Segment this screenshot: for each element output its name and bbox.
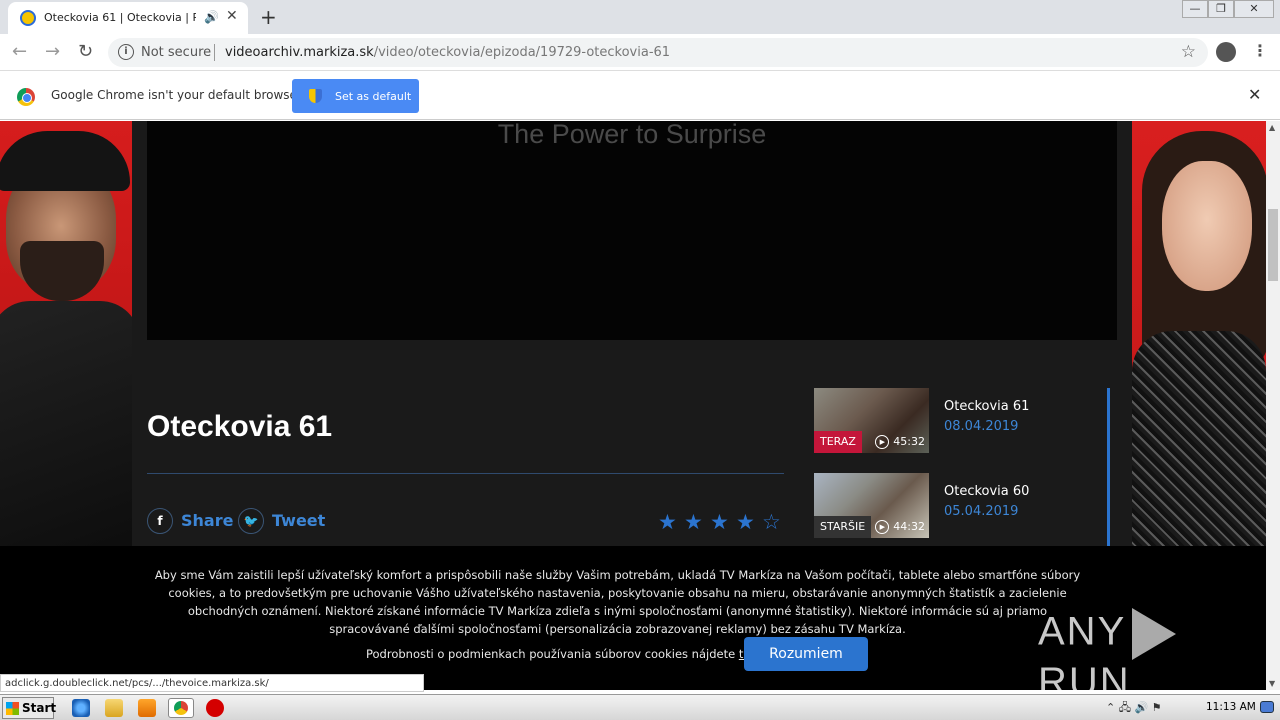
profile-avatar-icon[interactable] [1216, 42, 1236, 62]
set-as-default-label: Set as default [335, 90, 412, 103]
rating-star-icon[interactable]: ★ [684, 510, 703, 534]
twitter-icon: 🐦 [238, 508, 264, 534]
info-icon[interactable]: i [118, 44, 134, 60]
internet-explorer-icon[interactable] [72, 699, 90, 717]
facebook-icon: f [147, 508, 173, 534]
episode-name[interactable]: Oteckovia 61 [944, 399, 1029, 414]
antivirus-icon[interactable] [206, 699, 224, 717]
rating-star-icon[interactable]: ★ [710, 510, 729, 534]
tab-title: Oteckovia 61 | Oteckovia | Relá [44, 11, 196, 24]
browser-tab[interactable]: Oteckovia 61 | Oteckovia | Relá 🔊 ✕ [8, 2, 248, 34]
audio-playing-icon[interactable]: 🔊 [204, 10, 219, 24]
minimize-button[interactable]: — [1182, 0, 1208, 18]
rating-star-icon[interactable]: ★ [658, 510, 677, 534]
chrome-icon [174, 701, 188, 715]
play-triangle-icon [1132, 608, 1177, 660]
title-divider [147, 473, 784, 474]
rating-star-icon[interactable]: ★ [736, 510, 755, 534]
windows-logo-icon [6, 702, 19, 715]
ad-figure-cap [0, 131, 130, 191]
scrollbar-thumb[interactable] [1268, 209, 1278, 281]
episode-title: Oteckovia 61 [147, 410, 333, 443]
show-desktop-icon[interactable] [1260, 701, 1274, 713]
episode-duration: ▶ 45:32 [875, 435, 925, 449]
restore-button[interactable]: ❐ [1208, 0, 1234, 18]
chrome-menu-icon[interactable]: ⋮ [1252, 41, 1268, 60]
uac-shield-icon [309, 89, 322, 103]
forward-button[interactable]: → [45, 41, 60, 62]
related-episode[interactable]: TERAZ ▶ 45:32 Oteckovia 61 08.04.2019 [814, 388, 1114, 454]
ad-figure-face [1162, 161, 1252, 291]
page-scrollbar[interactable]: ▲ ▼ [1266, 121, 1280, 690]
video-player[interactable]: The Power to Surprise [147, 121, 1117, 340]
omnibox-separator [214, 44, 215, 61]
ad-figure-beard [20, 241, 104, 301]
episode-date: 05.04.2019 [944, 504, 1019, 519]
url-text[interactable]: videoarchiv.markiza.sk/video/oteckovia/e… [225, 45, 670, 60]
tweet-label: Tweet [272, 511, 326, 530]
set-as-default-button[interactable]: Set as default [292, 79, 419, 113]
cookie-consent-bar: Aby sme Vám zaistili lepší užívateľský k… [0, 546, 1266, 690]
chrome-taskbar-button[interactable] [168, 698, 194, 718]
start-label: Start [22, 701, 57, 715]
window-close-button[interactable]: ✕ [1234, 0, 1274, 18]
anyrun-watermark: ANYRUN [1038, 608, 1266, 690]
episode-thumbnail[interactable]: TERAZ ▶ 45:32 [814, 388, 929, 453]
scroll-up-icon[interactable]: ▲ [1269, 123, 1275, 132]
video-slogan: The Power to Surprise [497, 121, 767, 149]
address-bar[interactable]: i Not secure videoarchiv.markiza.sk/vide… [108, 38, 1208, 67]
play-icon: ▶ [875, 520, 890, 534]
back-button[interactable]: ← [12, 41, 27, 62]
cookie-more-text: Podrobnosti o podmienkach používania súb… [366, 647, 736, 661]
windows-taskbar: Start ⌃ 🖧 🔊 ⚑ 11:13 AM [0, 694, 1280, 720]
episode-date: 08.04.2019 [944, 419, 1019, 434]
media-player-icon[interactable] [138, 699, 156, 717]
related-episode[interactable]: STARŠIE ▶ 44:32 Oteckovia 60 05.04.2019 [814, 473, 1114, 539]
rating-star-icon[interactable]: ☆ [762, 510, 781, 534]
play-icon: ▶ [875, 435, 890, 449]
share-label: Share [181, 511, 234, 530]
tab-close-icon[interactable]: ✕ [226, 8, 238, 24]
episode-duration: ▶ 44:32 [875, 520, 925, 534]
cookie-agree-button[interactable]: Rozumiem [744, 637, 868, 671]
infobar-message: Google Chrome isn't your default browser [51, 88, 302, 102]
status-bubble: adclick.g.doubleclick.net/pcs/.../thevoi… [0, 674, 424, 692]
episode-name[interactable]: Oteckovia 60 [944, 484, 1029, 499]
default-browser-infobar: Google Chrome isn't your default browser… [0, 72, 1280, 120]
related-list-scrollbar[interactable] [1107, 388, 1110, 548]
url-path: /video/oteckovia/epizoda/19729-oteckovia… [373, 45, 671, 60]
cookie-text: Aby sme Vám zaistili lepší užívateľský k… [154, 568, 1081, 636]
new-tab-button[interactable]: + [260, 5, 277, 29]
system-tray-icons[interactable]: ⌃ 🖧 🔊 ⚑ [1106, 699, 1162, 718]
tab-strip: Oteckovia 61 | Oteckovia | Relá 🔊 ✕ + — … [0, 0, 1280, 34]
page-content: The Power to Surprise Oteckovia 61 f Sha… [0, 121, 1266, 690]
scroll-down-icon[interactable]: ▼ [1269, 679, 1275, 688]
infobar-close-icon[interactable]: ✕ [1248, 85, 1261, 104]
markiza-favicon-icon [20, 10, 36, 26]
start-button[interactable]: Start [2, 697, 57, 719]
chrome-logo-icon [17, 88, 35, 106]
episode-badge: STARŠIE [814, 516, 872, 538]
episode-badge: TERAZ [814, 431, 862, 453]
rating-stars[interactable]: ★ ★ ★ ★ ☆ [658, 510, 788, 534]
cookie-more-info: Podrobnosti o podmienkach používania súb… [366, 647, 751, 661]
taskbar-clock[interactable]: 11:13 AM [1206, 701, 1256, 713]
file-explorer-icon[interactable] [105, 699, 123, 717]
bookmark-star-icon[interactable]: ☆ [1181, 42, 1196, 62]
reload-button[interactable]: ↻ [78, 41, 93, 62]
url-host: videoarchiv.markiza.sk [225, 45, 374, 60]
episode-thumbnail[interactable]: STARŠIE ▶ 44:32 [814, 473, 929, 538]
browser-toolbar: ← → ↻ i Not secure videoarchiv.markiza.s… [0, 34, 1280, 71]
security-label: Not secure [141, 45, 212, 60]
